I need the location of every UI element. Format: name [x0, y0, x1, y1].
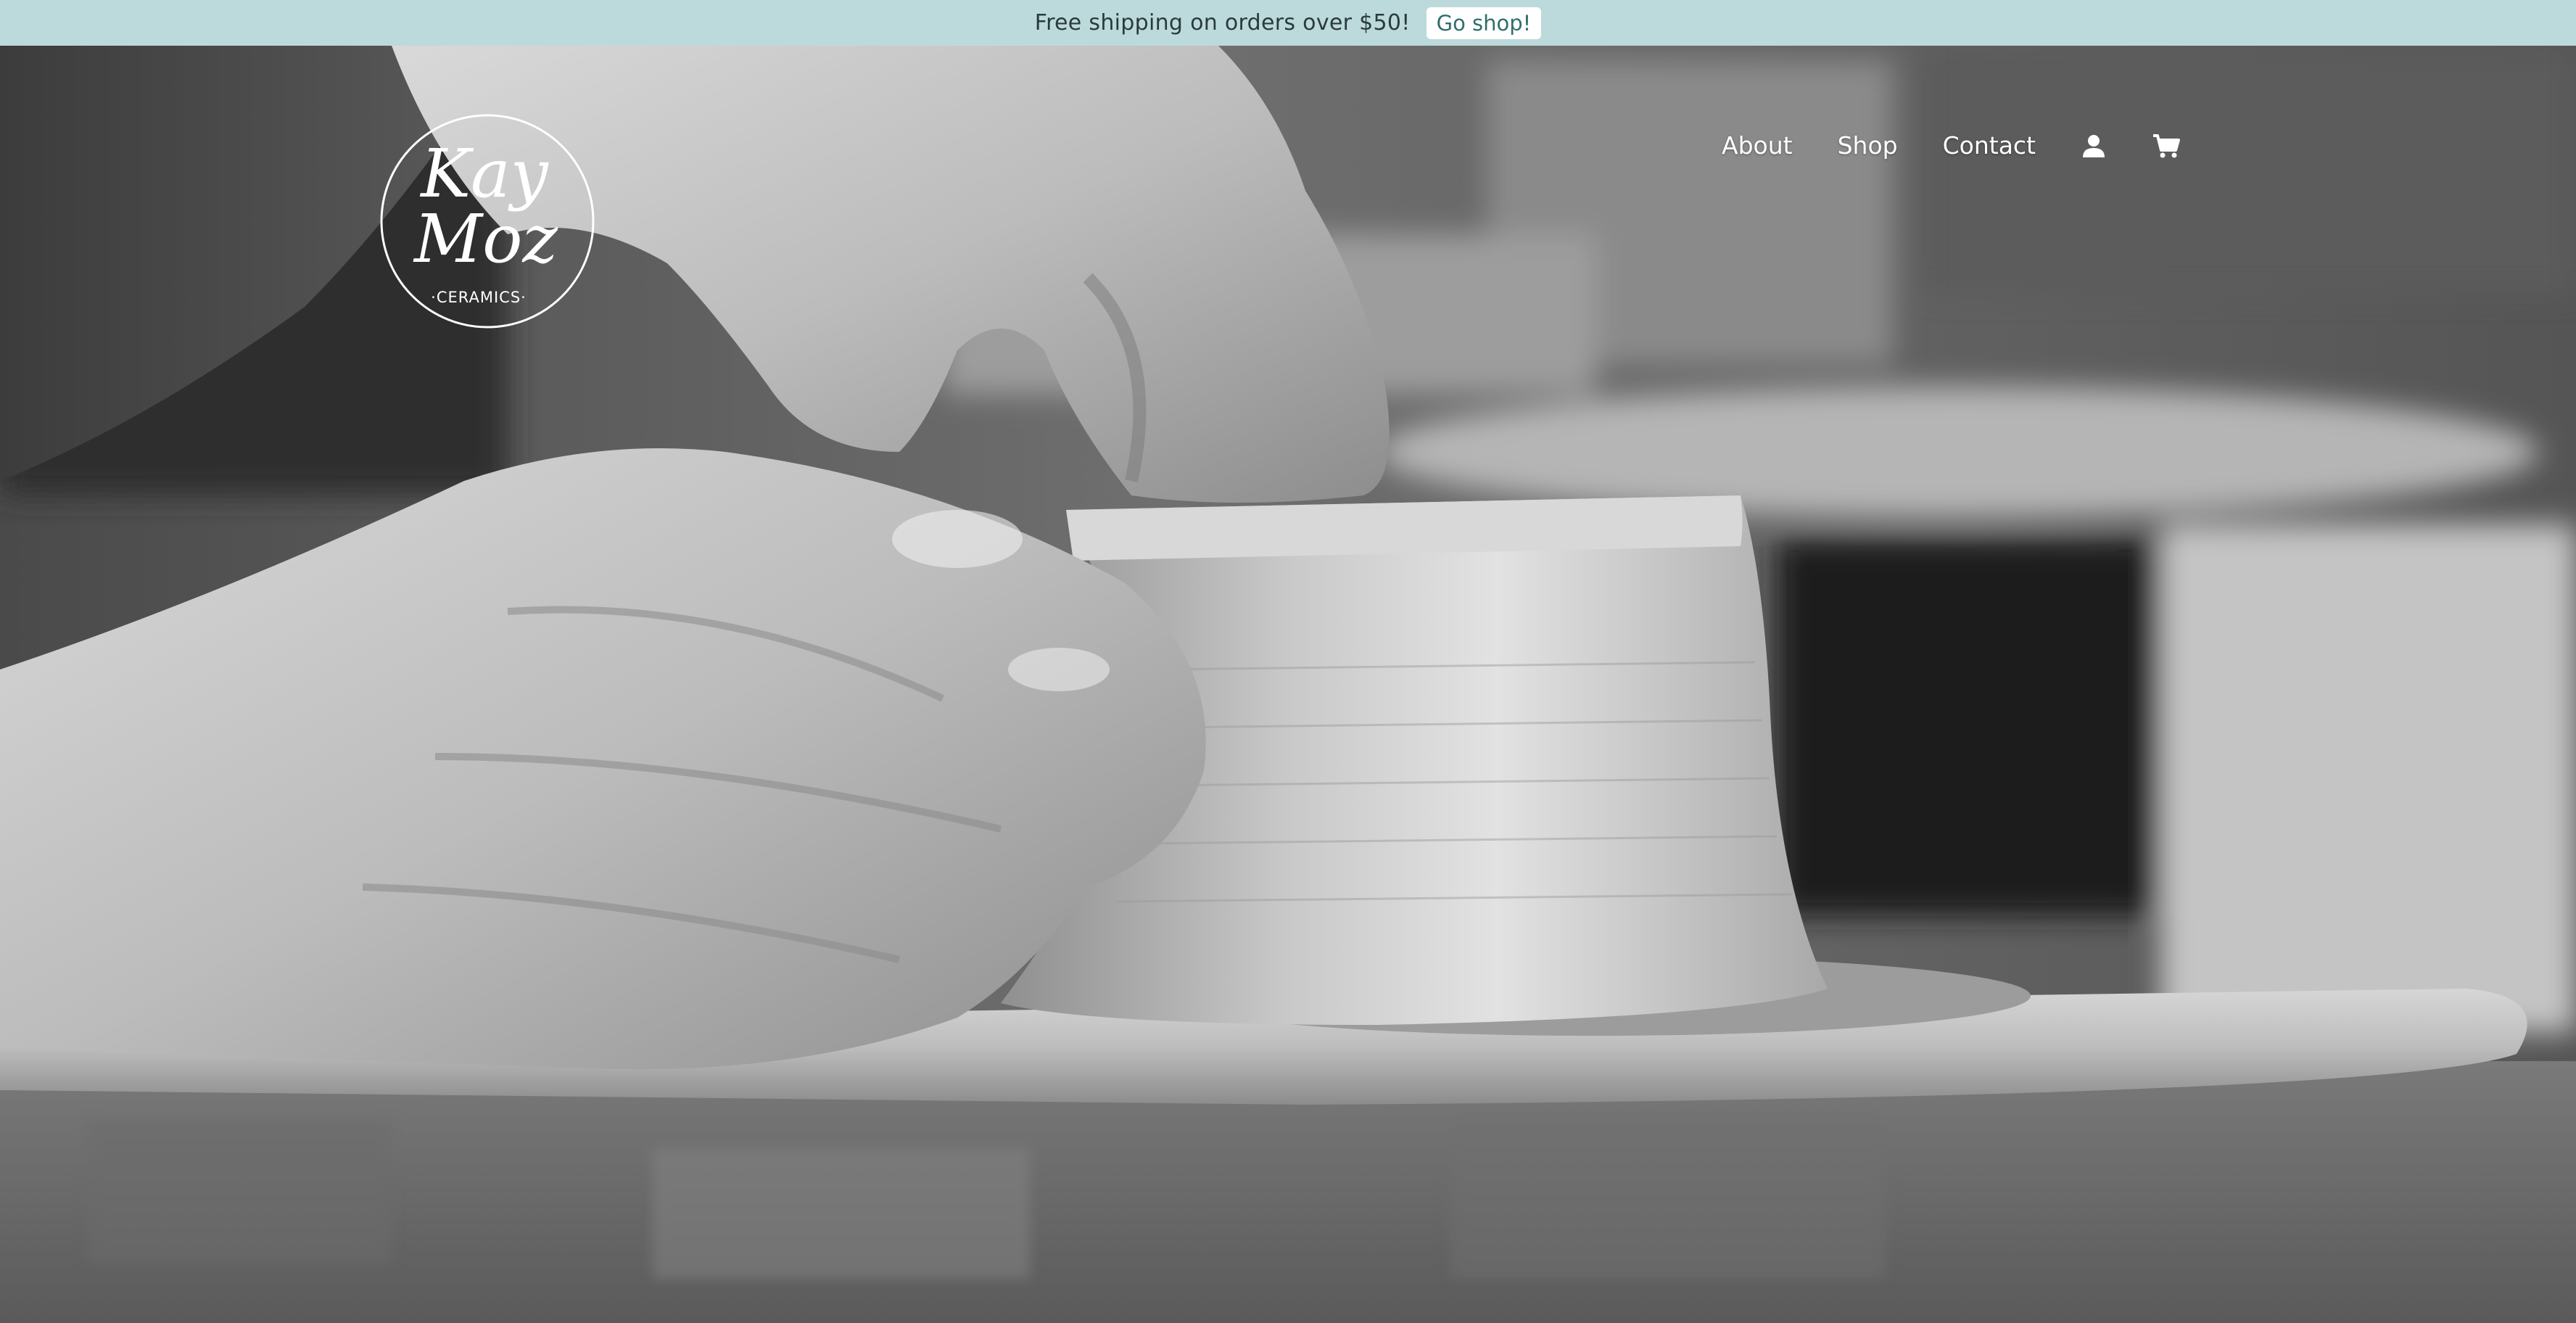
main-nav: About Shop Contact [1722, 131, 2181, 160]
hero-section: Kay Moz ·CERAMICS· About Shop Contact [0, 46, 2576, 1323]
announcement-bar: Free shipping on orders over $50! Go sho… [0, 0, 2576, 46]
nav-link-about[interactable]: About [1722, 131, 1793, 160]
logo-tagline: ·CERAMICS· [431, 289, 527, 306]
nav-link-contact[interactable]: Contact [1943, 131, 2036, 160]
user-icon[interactable] [2081, 133, 2107, 159]
nav-link-shop[interactable]: Shop [1838, 131, 1898, 160]
go-shop-button[interactable]: Go shop! [1426, 7, 1542, 39]
cart-icon[interactable] [2152, 133, 2181, 159]
logo-line-2: Moz [413, 200, 558, 278]
page: Free shipping on orders over $50! Go sho… [0, 0, 2576, 1323]
kay-moz-ceramics-logo[interactable]: Kay Moz ·CERAMICS· [377, 111, 598, 331]
announcement-text: Free shipping on orders over $50! [1034, 10, 1411, 36]
